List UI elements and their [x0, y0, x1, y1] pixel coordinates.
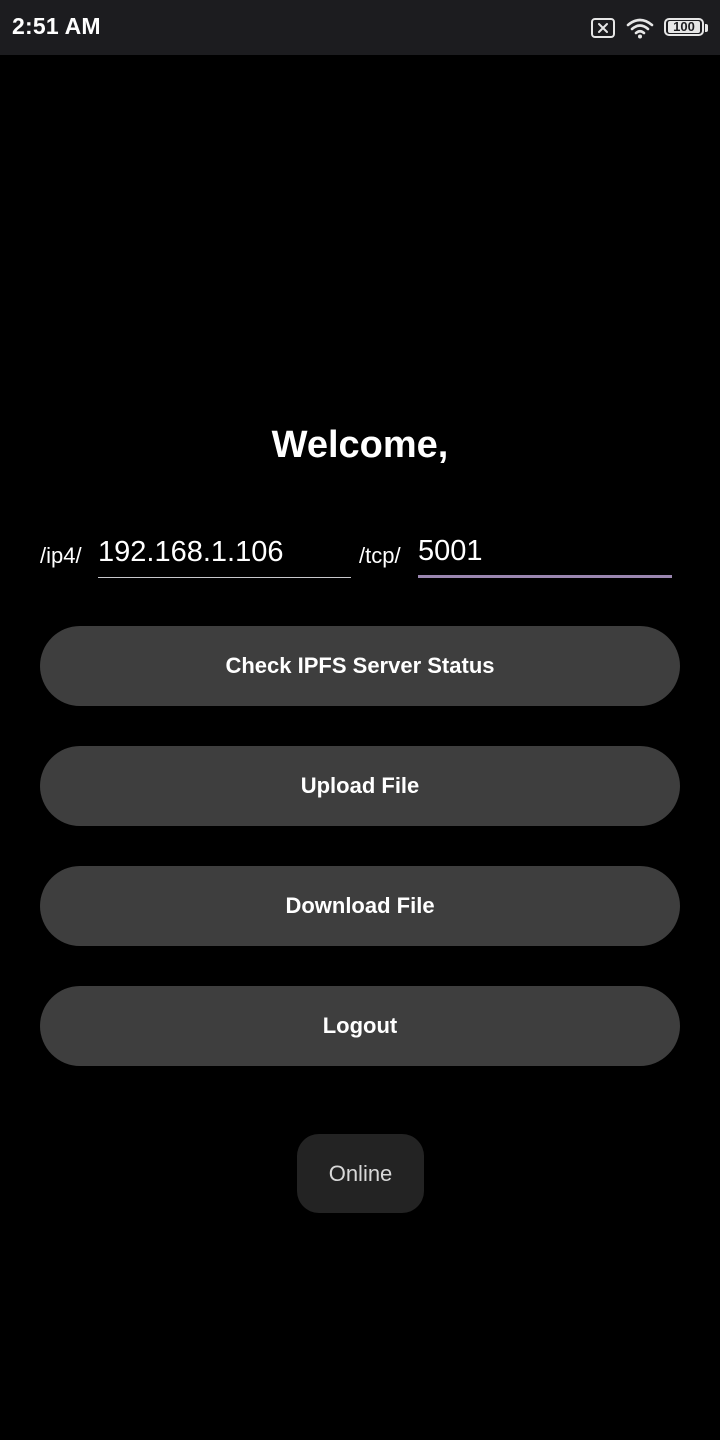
port-field[interactable]: [418, 528, 672, 578]
check-server-status-button[interactable]: Check IPFS Server Status: [40, 626, 680, 706]
status-time: 2:51 AM: [12, 13, 101, 39]
status-toast: Online: [297, 1134, 424, 1213]
wifi-icon: [626, 17, 654, 39]
app-screen: 2:51 AM 100 Welcome, /ip4/ 192.168.1.106…: [0, 0, 720, 1440]
upload-file-button[interactable]: Upload File: [40, 746, 680, 826]
welcome-heading: Welcome,: [271, 424, 449, 466]
battery-level: 100: [668, 20, 700, 33]
download-file-button[interactable]: Download File: [40, 866, 680, 946]
battery-icon: 100: [664, 17, 710, 39]
status-icons: 100: [590, 14, 710, 42]
ip-address-field[interactable]: [98, 528, 351, 578]
tcp-prefix-label: /tcp/: [359, 543, 401, 568]
ip4-prefix-label: /ip4/: [40, 543, 82, 568]
ip-address-input[interactable]: [98, 528, 351, 577]
status-bar: 2:51 AM 100: [0, 0, 720, 55]
logout-button[interactable]: Logout: [40, 986, 680, 1066]
port-input[interactable]: [418, 528, 672, 575]
sim-missing-icon: [590, 17, 616, 39]
